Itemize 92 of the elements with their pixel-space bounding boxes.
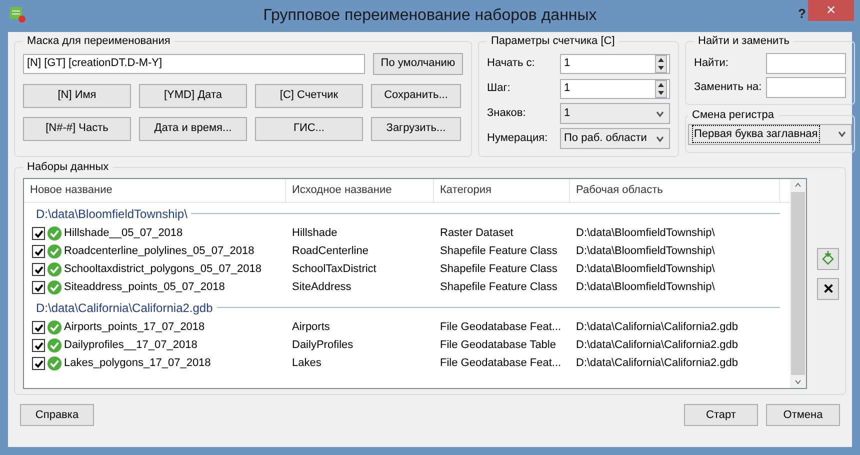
field-label: Шаг: (487, 81, 512, 96)
column-header[interactable]: Категория (434, 178, 570, 202)
help-button[interactable]: Справка (20, 404, 94, 426)
mask-field[interactable]: [N] [GT] [creationDT.D-M-Y] (23, 54, 365, 74)
table-cell: Raster Dataset (440, 227, 514, 240)
table-cell: Shapefile Feature Class (440, 263, 558, 276)
table-cell-text: Airports_points_17_07_2018 (64, 320, 205, 336)
app-icon (10, 7, 26, 23)
field-label: Начать с: (487, 56, 536, 72)
mask-button[interactable]: Дата и время... (139, 116, 247, 140)
start-button[interactable]: Старт (684, 404, 758, 426)
spin-buttons[interactable] (655, 80, 667, 98)
table-cell: Airports (292, 321, 330, 334)
checkbox[interactable] (32, 281, 45, 294)
scroll-down-icon[interactable] (794, 378, 802, 386)
table-cell: D:\data\BloomfieldTownship\ (576, 227, 715, 240)
table-cell: D:\data\California\California2.gdb (576, 321, 738, 334)
add-icon (820, 250, 836, 266)
field-label: Найти: (694, 56, 728, 71)
column-header[interactable]: Новое название (24, 178, 286, 202)
table-cell: Hillshade (292, 227, 338, 240)
table-cell-text: Siteaddress_points_05_07_2018 (64, 280, 225, 296)
table-cell: D:\data\BloomfieldTownship\ (576, 245, 715, 258)
mask-button[interactable]: [C] Счетчик (255, 84, 363, 108)
text-field[interactable] (766, 76, 846, 98)
checkbox[interactable] (32, 227, 45, 240)
table-cell-text: Schooltaxdistrict_polygons_05_07_2018 (64, 262, 262, 278)
scrollbar[interactable] (790, 178, 806, 388)
table-cell: File Geodatabase Table (440, 339, 556, 352)
group-header: D:\data\BloomfieldTownship\ (36, 206, 188, 222)
group-header: D:\data\California\California2.gdb (36, 300, 213, 316)
window-title: Групповое переименование наборов данных (263, 6, 597, 26)
table-cell: SiteAddress (292, 281, 352, 294)
mask-button[interactable]: [N#-#] Часть (23, 116, 131, 140)
table-cell: File Geodatabase Feat... (440, 321, 562, 334)
table-cell-text: Lakes_polygons_17_07_2018 (64, 356, 211, 372)
mask-button[interactable]: [N] Имя (23, 84, 131, 108)
check-circle-icon (47, 338, 62, 353)
add-button[interactable] (817, 248, 839, 270)
number-field[interactable]: 1 (560, 54, 670, 74)
group-title: Найти и заменить (697, 34, 790, 49)
table-cell: Shapefile Feature Class (440, 281, 558, 294)
table-cell-text: Roadcenterline_polylines_05_07_2018 (64, 244, 254, 260)
group-title: Наборы данных (26, 160, 110, 175)
field-label: Заменить на: (694, 80, 762, 95)
case-dropdown[interactable]: Первая буква заглавная (688, 124, 852, 144)
table-cell: Shapefile Feature Class (440, 245, 558, 258)
check-circle-icon (47, 280, 62, 295)
group-title: Смена регистра (691, 108, 776, 123)
group-title: Маска для переименования (26, 34, 172, 49)
table-cell-text: Hillshade__05_07_2018 (64, 226, 183, 242)
table-cell: D:\data\California\California2.gdb (576, 357, 738, 370)
spin-buttons[interactable] (655, 54, 667, 72)
table-cell: DailyProfiles (292, 339, 354, 352)
check-circle-icon (47, 226, 62, 241)
dropdown[interactable]: По раб. области (560, 128, 670, 149)
check-circle-icon (47, 320, 62, 335)
cancel-button[interactable]: Отмена (766, 404, 840, 426)
default-button[interactable]: По умолчанию (373, 52, 463, 74)
scroll-up-icon[interactable] (794, 180, 802, 188)
column-header[interactable]: Рабочая область (570, 178, 780, 202)
check-circle-icon (47, 262, 62, 277)
table-cell: RoadCenterline (292, 245, 368, 258)
mask-button[interactable]: [YMD] Дата (139, 84, 247, 108)
dropdown[interactable]: 1 (560, 103, 670, 124)
checkbox[interactable] (32, 245, 45, 258)
check-circle-icon (47, 356, 62, 371)
field-label: Знаков: (487, 106, 527, 122)
mask-button[interactable]: ГИС... (255, 116, 363, 140)
close-button[interactable]: × (808, 0, 854, 21)
mask-button[interactable]: Загрузить... (371, 116, 461, 140)
table-cell: Lakes (292, 357, 322, 370)
checkbox[interactable] (32, 357, 45, 370)
table-cell: SchoolTaxDistrict (292, 263, 376, 276)
checkbox[interactable] (32, 321, 45, 334)
checkbox[interactable] (32, 263, 45, 276)
column-header[interactable]: Исходное название (286, 178, 434, 202)
number-field[interactable]: 1 (560, 78, 670, 98)
remove-button[interactable] (817, 278, 839, 300)
group-title: Параметры счетчика [C] (490, 34, 616, 49)
check-circle-icon (47, 244, 62, 259)
field-label: Нумерация: (487, 131, 549, 146)
close-icon (822, 283, 834, 294)
help-button[interactable]: ? (798, 4, 806, 24)
text-field[interactable] (766, 52, 846, 74)
table-cell: D:\data\BloomfieldTownship\ (576, 263, 715, 276)
table-cell: D:\data\BloomfieldTownship\ (576, 281, 715, 294)
table-cell-text: Dailyprofiles__17_07_2018 (64, 338, 198, 354)
table-cell: File Geodatabase Feat... (440, 357, 562, 370)
mask-button[interactable]: Сохранить... (371, 84, 461, 108)
table-cell: D:\data\California\California2.gdb (576, 339, 738, 352)
checkbox[interactable] (32, 339, 45, 352)
